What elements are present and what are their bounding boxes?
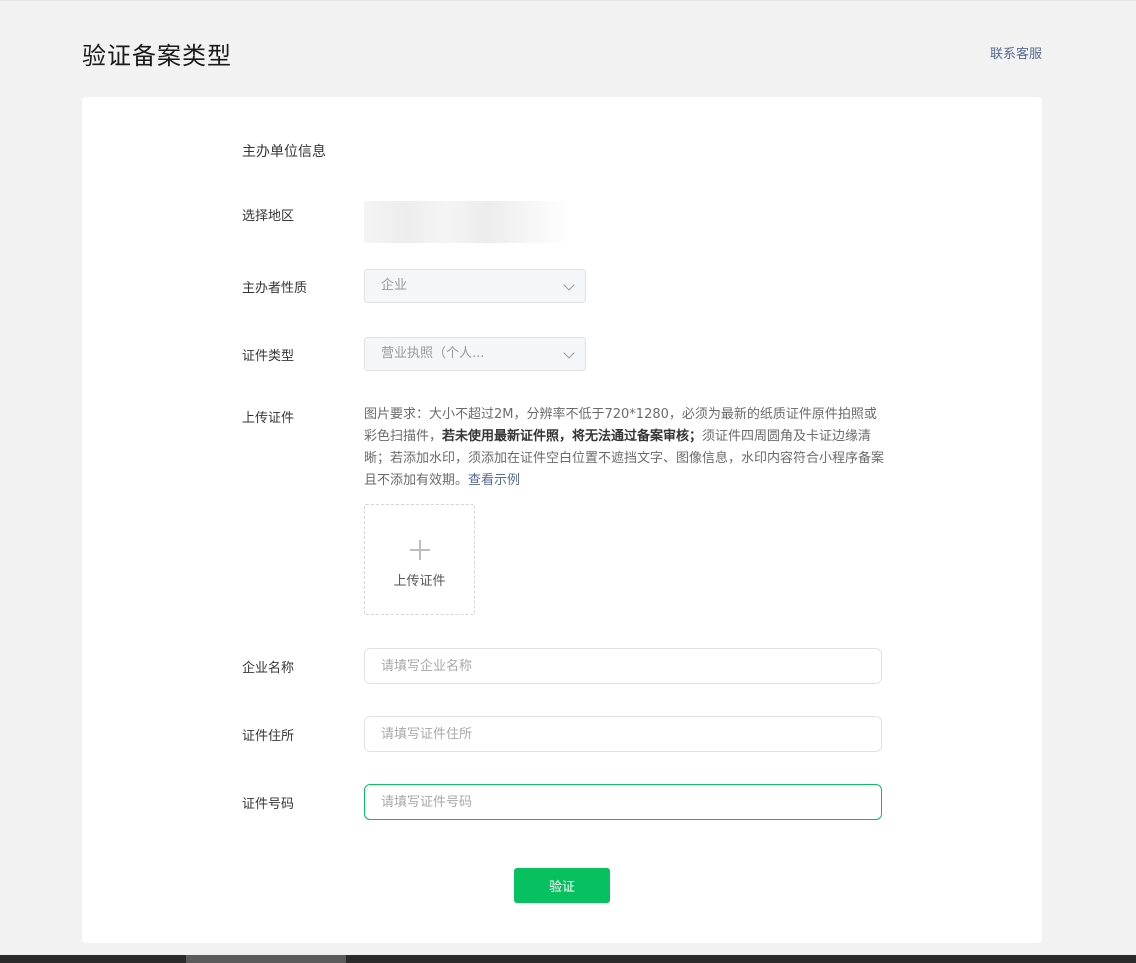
plus-icon	[410, 540, 430, 560]
nature-select-value: 企业	[381, 278, 408, 293]
horizontal-scrollbar[interactable]	[0, 955, 1136, 963]
section-title: 主办单位信息	[242, 144, 326, 160]
cert-number-input[interactable]	[364, 784, 882, 820]
cert-type-select[interactable]: 营业执照（个人...	[364, 337, 586, 371]
cert-type-label: 证件类型	[242, 349, 295, 364]
upload-requirements: 图片要求：大小不超过2M，分辨率不低于720*1280，必须为最新的纸质证件原件…	[364, 404, 889, 492]
upload-cert-button[interactable]: 上传证件	[364, 504, 475, 615]
region-label: 选择地区	[242, 209, 295, 224]
company-name-input[interactable]	[364, 648, 882, 684]
view-example-link[interactable]: 查看示例	[468, 473, 520, 488]
chevron-down-icon	[563, 347, 575, 359]
cert-address-label: 证件住所	[242, 729, 295, 744]
scrollbar-thumb[interactable]	[186, 955, 346, 963]
nature-label: 主办者性质	[242, 281, 308, 296]
cert-type-select-value: 营业执照（个人...	[381, 346, 485, 361]
form-card: 主办单位信息 选择地区 主办者性质 企业 证件类型 营业执照（个人... 上传证…	[82, 97, 1042, 943]
cert-address-input[interactable]	[364, 716, 882, 752]
page-title: 验证备案类型	[82, 42, 232, 70]
upload-cert-label: 上传证件	[393, 574, 446, 589]
top-divider	[0, 0, 1136, 1]
company-name-label: 企业名称	[242, 661, 295, 676]
nature-select[interactable]: 企业	[364, 269, 586, 303]
cert-number-label: 证件号码	[242, 797, 295, 812]
verify-button[interactable]: 验证	[514, 868, 610, 903]
upload-desc-warning: 若未使用最新证件照，将无法通过备案审核；	[442, 429, 703, 444]
upload-label: 上传证件	[242, 411, 295, 426]
chevron-down-icon	[563, 279, 575, 291]
contact-support-link[interactable]: 联系客服	[990, 43, 1042, 62]
region-selector[interactable]	[364, 201, 570, 243]
